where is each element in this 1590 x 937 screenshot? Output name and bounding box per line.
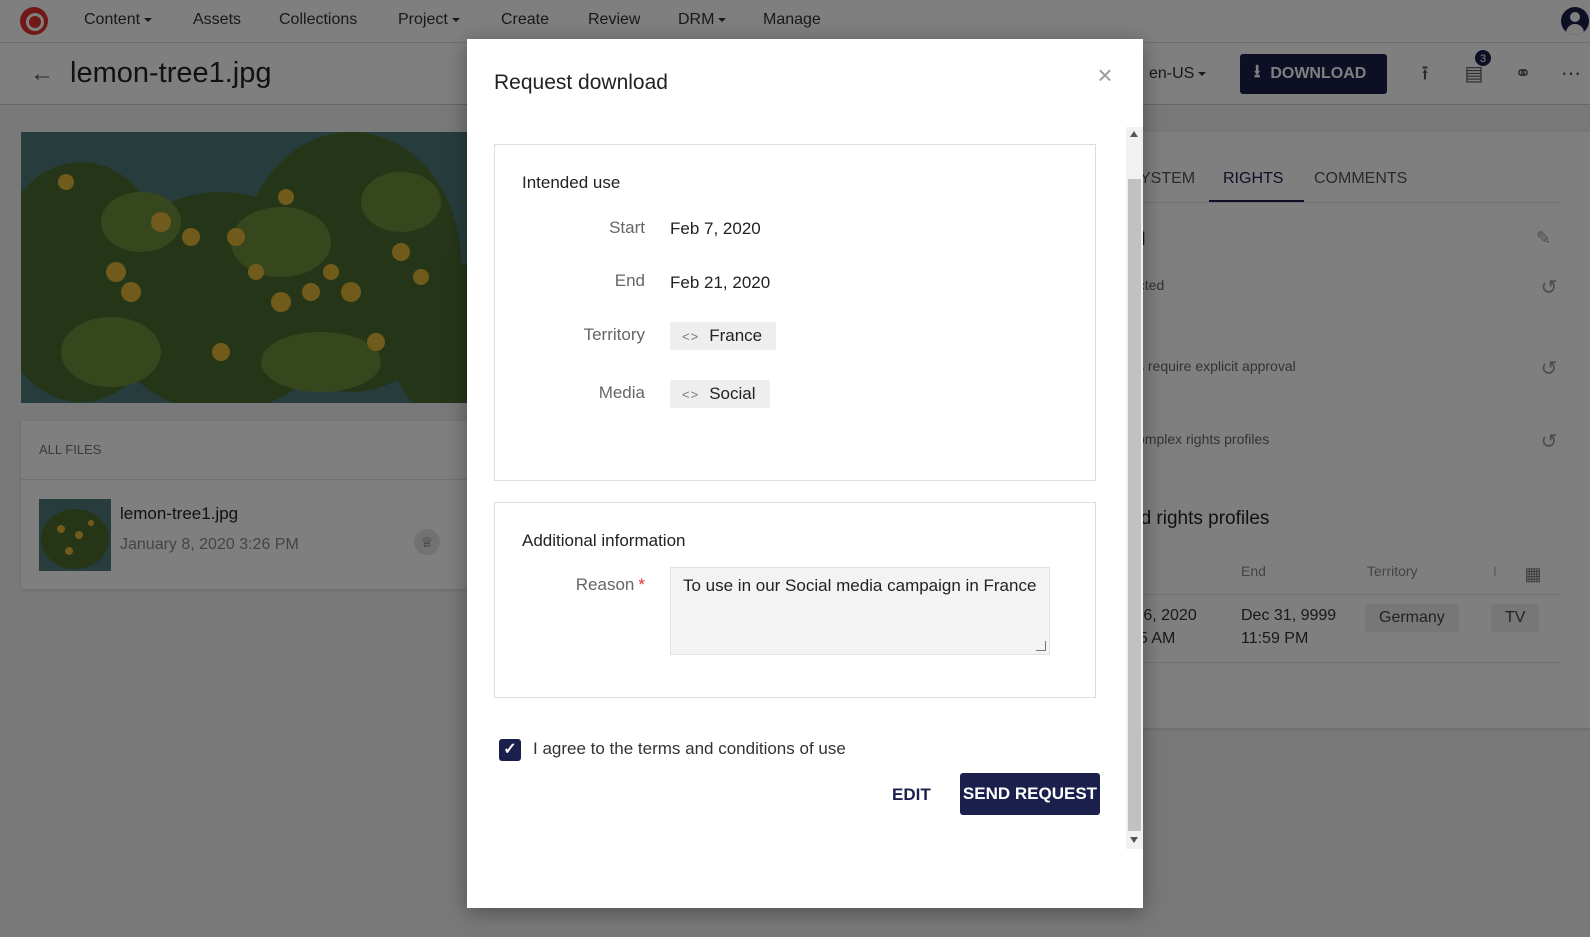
- territory-label: Territory: [583, 325, 645, 344]
- required-asterisk: *: [638, 575, 645, 594]
- additional-info-section: Additional information Reason * To use in…: [494, 502, 1096, 698]
- request-download-dialog: Request download × Intended use Start Fe…: [467, 39, 1143, 908]
- scroll-down-icon[interactable]: [1130, 837, 1138, 843]
- territory-tag: <> France: [670, 322, 777, 350]
- territory-value: France: [709, 326, 763, 345]
- code-brackets-icon: <>: [682, 386, 700, 402]
- reason-textarea[interactable]: To use in our Social media campaign in F…: [670, 567, 1050, 655]
- dialog-title: Request download: [494, 71, 668, 94]
- intended-use-section: Intended use Start Feb 7, 2020 End Feb 2…: [494, 144, 1096, 481]
- end-value: Feb 21, 2020: [670, 273, 771, 292]
- edit-button[interactable]: EDIT: [892, 785, 931, 805]
- agree-checkbox[interactable]: ✓: [499, 739, 521, 761]
- send-request-button[interactable]: SEND REQUEST: [960, 773, 1100, 815]
- close-icon[interactable]: ×: [1094, 62, 1116, 88]
- code-brackets-icon: <>: [682, 328, 700, 344]
- agree-label[interactable]: I agree to the terms and conditions of u…: [533, 739, 846, 759]
- start-value: Feb 7, 2020: [670, 219, 761, 238]
- scrollbar-thumb[interactable]: [1128, 179, 1141, 831]
- end-label: End: [614, 271, 645, 290]
- media-tag: <> Social: [670, 380, 770, 408]
- dialog-scrollbar[interactable]: [1126, 127, 1143, 849]
- reason-label: Reason *: [495, 575, 645, 595]
- scroll-up-icon[interactable]: [1130, 131, 1138, 137]
- resize-handle-icon[interactable]: [1036, 641, 1046, 651]
- reason-label-text: Reason: [575, 575, 635, 594]
- media-label: Media: [598, 383, 645, 402]
- additional-info-heading: Additional information: [522, 531, 686, 550]
- start-label: Start: [609, 218, 645, 237]
- intended-use-heading: Intended use: [522, 173, 621, 192]
- reason-value: To use in our Social media campaign in F…: [683, 576, 1037, 595]
- media-value: Social: [709, 384, 756, 403]
